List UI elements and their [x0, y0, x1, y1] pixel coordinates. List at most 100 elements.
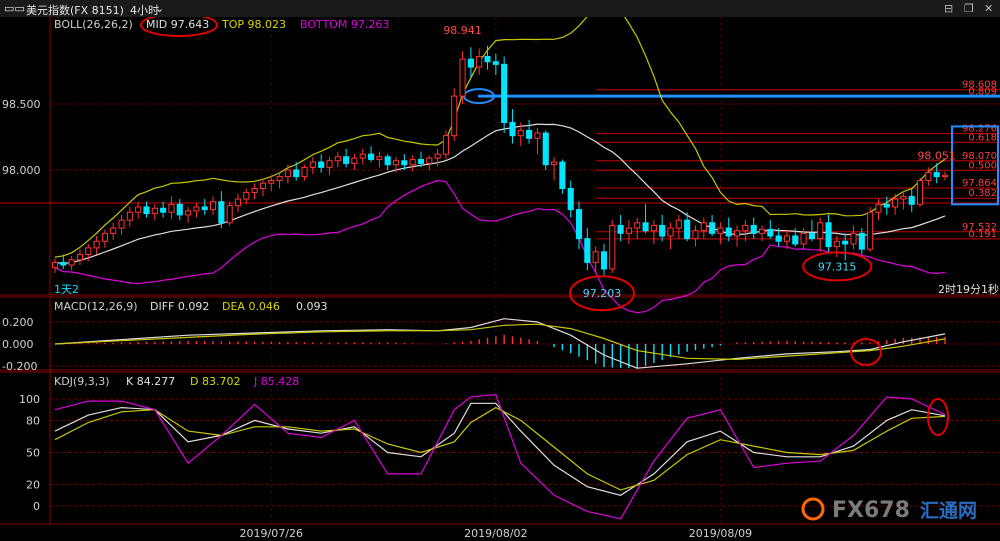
price-tick-label: 98.000 [2, 164, 41, 177]
candle-body [193, 206, 200, 212]
candle-body [351, 157, 358, 164]
candle-body [60, 261, 67, 266]
candle-body [343, 156, 350, 164]
candle-body [725, 227, 732, 237]
candle-body [933, 172, 940, 178]
candle-body [368, 153, 375, 160]
candle-body [700, 222, 707, 232]
fib-level-label: 0.500 [968, 160, 997, 171]
candle-body [767, 228, 774, 237]
candle-body [417, 158, 425, 164]
candle-body [251, 187, 258, 193]
kdj-k: K 84.277 [126, 375, 175, 388]
candle-body [484, 55, 491, 63]
candle-body [509, 121, 516, 137]
candle-body [883, 203, 890, 208]
candle-body [234, 198, 242, 207]
candle-body [808, 232, 815, 240]
candle-body [650, 224, 657, 232]
candle-body [442, 135, 449, 155]
candle-body [692, 230, 699, 240]
candle-body [717, 227, 724, 234]
candle-body [293, 169, 300, 178]
kdj-tick-label: 100 [19, 393, 40, 406]
candle-body [775, 235, 782, 242]
candle-body [517, 129, 524, 137]
candle-body [268, 180, 275, 184]
candle-body [584, 238, 591, 263]
macd-diff: DIFF 0.092 [150, 300, 209, 313]
candle-body [750, 224, 757, 234]
candle-body [892, 198, 899, 208]
macd-tick-label: -0.200 [2, 360, 37, 373]
candle-body [800, 232, 807, 245]
macd-tick-label: 0.000 [2, 338, 34, 351]
candle-body [559, 161, 566, 189]
candle-body [758, 228, 766, 234]
candle-body [659, 224, 666, 237]
price-chart[interactable]: 98.6080.80998.2760.61898.0700.50097.8640… [0, 17, 1000, 541]
candle-body [160, 207, 167, 213]
candle-body [492, 61, 499, 65]
countdown-text: 2时19分1秒 [938, 282, 999, 296]
candle-body [218, 201, 225, 224]
candle-body [318, 161, 325, 168]
candle-body [110, 227, 117, 234]
candle-body [908, 195, 915, 205]
candle-body [900, 195, 907, 200]
candle-body [467, 58, 474, 68]
candle-body [259, 182, 266, 189]
candle-body [409, 158, 416, 166]
candle-body [201, 206, 208, 211]
candle-body [551, 161, 558, 166]
candle-body [118, 219, 125, 229]
candle-body [326, 160, 333, 168]
candle-body [301, 166, 308, 178]
candle-body [68, 259, 75, 266]
instrument-title: 美元指数(FX 8151) [26, 4, 124, 17]
macd-tick-label: 0.200 [2, 316, 34, 329]
candle-body [916, 180, 924, 205]
candle-body [93, 240, 100, 249]
candle-body [783, 235, 791, 242]
kdj-tick-label: 80 [26, 414, 40, 427]
candle-body [742, 224, 749, 232]
candle-body [709, 222, 716, 234]
window-icon: ▭▭ [4, 2, 25, 15]
macd-value: 0.093 [296, 300, 328, 313]
candle-body [209, 201, 217, 211]
candle-body [392, 160, 400, 166]
candle-body [526, 129, 533, 139]
candle-body [817, 222, 824, 240]
candle-body [359, 153, 366, 159]
fib-level-label: 0.191 [968, 229, 997, 240]
candle-body [459, 58, 466, 97]
kdj-d: D 83.702 [190, 375, 240, 388]
candle-body [592, 251, 599, 263]
candle-body [143, 206, 150, 215]
status-left: 1天2 [54, 283, 79, 296]
macd-label: MACD(12,26,9) [54, 300, 138, 313]
candle-body [185, 210, 192, 216]
watermark-sub: 汇通网 [920, 500, 977, 522]
candle-body [600, 251, 608, 270]
candle-body [126, 211, 133, 221]
second-low-label: 97.315 [818, 260, 857, 273]
kdj-label: KDJ(9,3,3) [54, 375, 110, 388]
candle-body [875, 203, 882, 213]
candle-body [384, 156, 391, 166]
minimize-icon[interactable]: ⊟ [944, 2, 953, 15]
maximize-icon[interactable]: ❐ [964, 2, 974, 15]
chevron-down-icon[interactable]: ⌄ [155, 2, 164, 15]
candle-body [401, 160, 408, 166]
close-icon[interactable]: ✕ [984, 2, 993, 15]
date-tick-label: 2019/07/26 [240, 527, 303, 540]
candle-body [501, 63, 508, 123]
boll-bottom: BOTTOM 97.263 [300, 18, 389, 31]
boll-top: TOP 98.023 [221, 18, 286, 31]
high-price-label: 98.941 [443, 24, 482, 37]
candle-body [792, 235, 799, 245]
candle-body [534, 132, 541, 139]
candle-body [276, 176, 283, 182]
candle-body [675, 219, 682, 229]
